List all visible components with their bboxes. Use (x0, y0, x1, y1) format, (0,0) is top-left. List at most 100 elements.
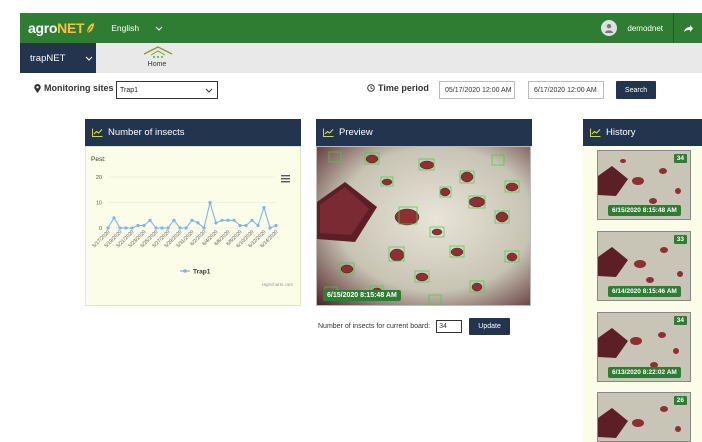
line-chart-icon (590, 128, 601, 137)
chart-series-line (107, 200, 277, 230)
chart-point[interactable] (154, 226, 158, 230)
chart-menu-icon[interactable] (281, 175, 290, 183)
chart-credits[interactable]: Highcharts.com (262, 282, 294, 287)
preview-panel-header: Preview (316, 119, 532, 146)
logo-main-text: agro (28, 20, 58, 36)
preview-panel-title: Preview (339, 127, 373, 138)
history-item[interactable]: 33 6/14/2020 8:15:46 AM (597, 231, 691, 301)
module-selector[interactable]: trapNET (20, 43, 96, 73)
share-arrow-icon (684, 24, 693, 32)
history-item[interactable]: 34 6/15/2020 8:15:48 AM (597, 150, 691, 220)
chart-point[interactable] (268, 226, 272, 230)
module-label: trapNET (30, 52, 66, 64)
leaf-icon (86, 23, 95, 34)
chart-ytick-label: 10 (96, 201, 102, 207)
home-nav-item[interactable]: Home (142, 45, 173, 68)
avatar (601, 20, 618, 36)
chart-point[interactable] (256, 223, 260, 228)
chevron-down-icon (85, 56, 93, 61)
language-label: English (111, 23, 140, 33)
update-count-row: Number of insects for current board: 34 … (318, 317, 511, 335)
chart-point[interactable] (238, 223, 242, 228)
greenhouse-icon (143, 46, 173, 58)
user-icon (605, 24, 614, 33)
clock-icon (367, 84, 375, 92)
chart-ytick-label: 20 (96, 175, 102, 181)
chart-point[interactable] (130, 226, 134, 230)
chart-point[interactable] (124, 226, 128, 230)
chart-point[interactable] (136, 223, 140, 228)
chart-point[interactable] (226, 218, 230, 222)
time-period-text: Time period (378, 83, 429, 93)
chart-point[interactable] (250, 218, 254, 222)
chart-ytick-label: 0 (99, 226, 102, 232)
site-select[interactable]: Trap1 (116, 81, 218, 99)
history-panel-title: History (606, 127, 636, 138)
preview-timestamp: 6/15/2020 8:15:48 AM (323, 290, 401, 301)
chart-point[interactable] (172, 218, 176, 222)
language-selector[interactable]: English (111, 23, 163, 33)
chart-point[interactable] (262, 206, 266, 210)
chart-point[interactable] (112, 216, 116, 220)
history-count-badge: 34 (673, 316, 687, 325)
history-count-badge: 34 (673, 154, 687, 163)
username: demodnet (627, 23, 663, 33)
map-marker-icon (34, 83, 41, 93)
search-button[interactable]: Search (616, 81, 656, 99)
history-count-badge: 26 (673, 396, 687, 405)
chart-point[interactable] (274, 223, 278, 228)
trap-preview-image[interactable]: 6/15/2020 8:15:48 AM (316, 146, 531, 306)
chart-point[interactable] (166, 226, 170, 230)
legend-series-name: Trap1 (193, 269, 211, 276)
history-timestamp: 6/14/2020 8:15:46 AM (608, 286, 681, 297)
chart-point[interactable] (232, 218, 236, 222)
chart-point[interactable] (106, 226, 110, 230)
chart-point[interactable] (184, 226, 188, 230)
sub-navbar: trapNET Home (20, 43, 702, 73)
chart-point[interactable] (190, 218, 194, 222)
chart-point[interactable] (220, 218, 224, 222)
history-timestamp: 6/13/2020 8:22:02 AM (608, 367, 681, 378)
chart-legend[interactable]: Trap1 (180, 269, 211, 276)
line-chart-icon (92, 128, 103, 137)
chart-point[interactable] (118, 226, 122, 230)
chart-point[interactable] (160, 226, 164, 230)
app-logo[interactable]: agro NET (28, 20, 95, 36)
insect-count-input[interactable]: 34 (436, 319, 463, 333)
chart-point[interactable] (214, 221, 218, 225)
share-button[interactable] (674, 24, 702, 33)
time-period-label: Time period (367, 83, 429, 93)
chart-point[interactable] (202, 226, 206, 230)
chart-point[interactable] (196, 221, 200, 225)
history-item[interactable]: 34 6/13/2020 8:22:02 AM (597, 312, 691, 382)
chevron-down-icon (155, 26, 163, 31)
chart-title: Pest: (91, 156, 106, 163)
top-navbar: agro NET English demodnet (20, 13, 702, 43)
update-button[interactable]: Update (469, 317, 511, 335)
chart-point[interactable] (208, 200, 212, 205)
history-panel-header: History (583, 119, 702, 146)
update-count-label: Number of insects for current board: (318, 322, 431, 330)
insects-panel-title: Number of insects (108, 127, 185, 138)
home-label: Home (147, 61, 167, 68)
date-to-input[interactable]: 6/17/2020 12:00 AM (528, 81, 604, 99)
insects-panel-header: Number of insects (85, 119, 301, 146)
filter-bar: Monitoring sites Trap1 Time period 05/17… (20, 79, 702, 101)
chart-point[interactable] (142, 223, 146, 228)
trap-board-photo (317, 147, 530, 305)
history-item[interactable]: 26 (597, 392, 691, 442)
date-from-input[interactable]: 05/17/2020 12:00 AM (439, 81, 515, 99)
chart-point[interactable] (244, 223, 248, 228)
logo-accent-text: NET (57, 20, 85, 36)
history-count-badge: 33 (673, 235, 687, 244)
chevron-down-icon (205, 88, 213, 93)
insects-chart: Pest: 0 10 20 5/17/2020 5/19/2020 5/21/2020 5… (85, 146, 301, 306)
chart-point[interactable] (148, 218, 152, 222)
user-menu[interactable]: demodnet (601, 13, 674, 43)
insects-chart-svg: Pest: 01020 5/17/20205/19/20205/21/20205… (91, 156, 294, 287)
monitoring-sites-text: Monitoring sites (44, 83, 114, 93)
left-margin (0, 0, 20, 442)
chart-point[interactable] (178, 226, 182, 230)
site-select-value: Trap1 (120, 86, 139, 94)
history-timestamp: 6/15/2020 8:15:48 AM (608, 205, 681, 216)
